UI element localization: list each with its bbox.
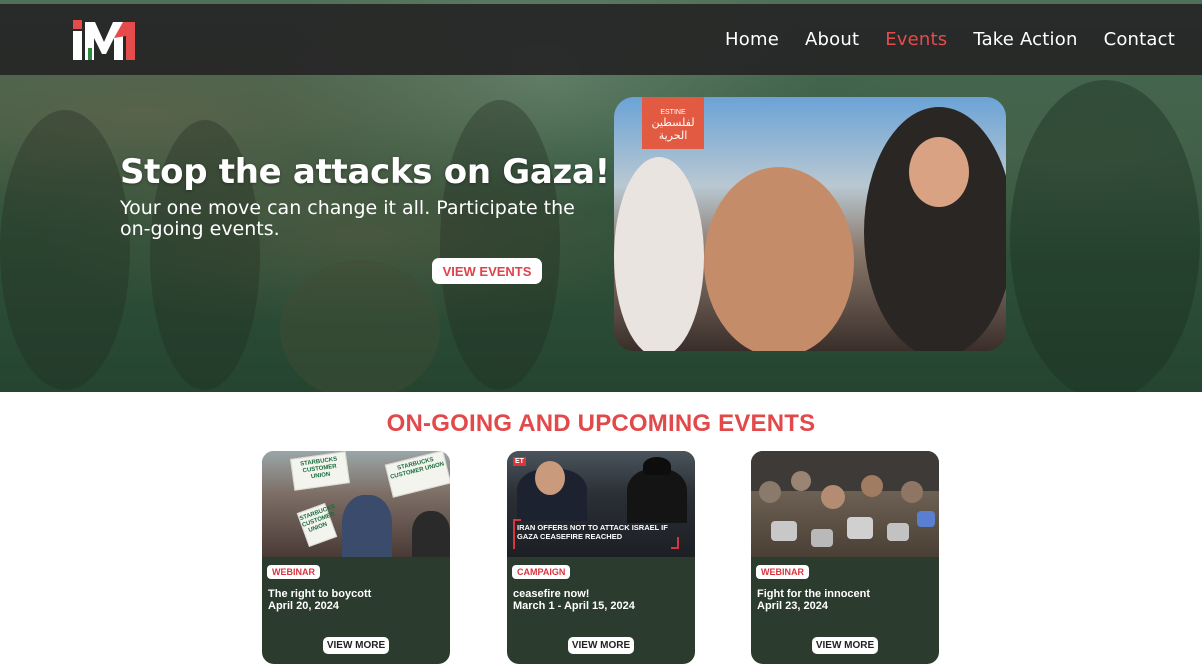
thumb-figure xyxy=(412,511,450,557)
event-title: Fight for the innocent xyxy=(757,588,871,600)
thumb-pot xyxy=(811,529,833,547)
thumb-figure xyxy=(643,457,671,475)
nav-links: Home About Events Take Action Contact xyxy=(712,4,1188,75)
thumb-figure xyxy=(821,485,845,509)
thumb-pot xyxy=(847,517,873,539)
nav-link-about[interactable]: About xyxy=(792,29,872,50)
event-date: April 23, 2024 xyxy=(757,600,828,612)
thumb-sign: STARBUCKS CUSTOMER UNION xyxy=(296,502,338,548)
event-card[interactable]: WEBINAR Fight for the innocent April 23,… xyxy=(751,451,939,664)
nav-link-events[interactable]: Events xyxy=(872,29,960,50)
event-type-badge: WEBINAR xyxy=(756,565,809,579)
caption-bracket xyxy=(671,537,679,549)
hero-protest-photo: ESTINE لفلسطين الحرية xyxy=(614,97,1006,351)
nav-link-home[interactable]: Home xyxy=(712,29,792,50)
thumb-sign: STARBUCKS CUSTOMER UNION xyxy=(290,451,350,491)
event-thumbnail xyxy=(751,451,939,557)
view-more-button[interactable]: VIEW MORE xyxy=(568,637,634,654)
event-type-badge: CAMPAIGN xyxy=(512,565,571,579)
event-card[interactable]: ET IRAN OFFERS NOT TO ATTACK ISRAEL IF G… xyxy=(507,451,695,664)
photo-figure xyxy=(909,137,969,207)
thumb-sign: STARBUCKS CUSTOMER UNION xyxy=(384,451,450,498)
site-logo[interactable] xyxy=(71,18,137,62)
event-title: The right to boycott xyxy=(268,588,372,600)
news-brand-logo: ET xyxy=(513,457,526,466)
event-date: March 1 - April 15, 2024 xyxy=(513,600,635,612)
event-date: April 20, 2024 xyxy=(268,600,339,612)
top-navigation: Home About Events Take Action Contact xyxy=(0,4,1202,75)
photo-figure xyxy=(614,157,704,351)
thumb-figure xyxy=(791,471,811,491)
photo-figure xyxy=(704,167,854,351)
event-title: ceasefire now! xyxy=(513,588,590,600)
view-events-button[interactable]: VIEW EVENTS xyxy=(432,258,542,284)
thumb-figure xyxy=(535,461,565,495)
events-heading: ON-GOING AND UPCOMING EVENTS xyxy=(386,410,816,437)
thumb-figure xyxy=(759,481,781,503)
event-type-badge: WEBINAR xyxy=(267,565,320,579)
hero-subtitle: Your one move can change it all. Partici… xyxy=(120,197,575,240)
view-more-button[interactable]: VIEW MORE xyxy=(323,637,389,654)
caption-bracket xyxy=(513,519,521,549)
thumb-pot xyxy=(887,523,909,541)
thumb-figure xyxy=(627,469,687,523)
nav-link-take-action[interactable]: Take Action xyxy=(960,29,1090,50)
thumb-pot xyxy=(771,521,797,541)
event-card[interactable]: STARBUCKS CUSTOMER UNION STARBUCKS CUSTO… xyxy=(262,451,450,664)
event-thumbnail: STARBUCKS CUSTOMER UNION STARBUCKS CUSTO… xyxy=(262,451,450,557)
view-more-button[interactable]: VIEW MORE xyxy=(812,637,878,654)
news-caption: IRAN OFFERS NOT TO ATTACK ISRAEL IF GAZA… xyxy=(517,523,668,541)
photo-sign: ESTINE لفلسطين الحرية xyxy=(642,97,704,149)
thumb-pot xyxy=(917,511,935,527)
hero-title: Stop the attacks on Gaza! xyxy=(120,152,610,192)
event-thumbnail: ET IRAN OFFERS NOT TO ATTACK ISRAEL IF G… xyxy=(507,451,695,557)
thumb-figure xyxy=(861,475,883,497)
nav-link-contact[interactable]: Contact xyxy=(1091,29,1188,50)
logo-icon xyxy=(73,20,135,60)
thumb-figure xyxy=(901,481,923,503)
thumb-figure xyxy=(342,495,392,557)
